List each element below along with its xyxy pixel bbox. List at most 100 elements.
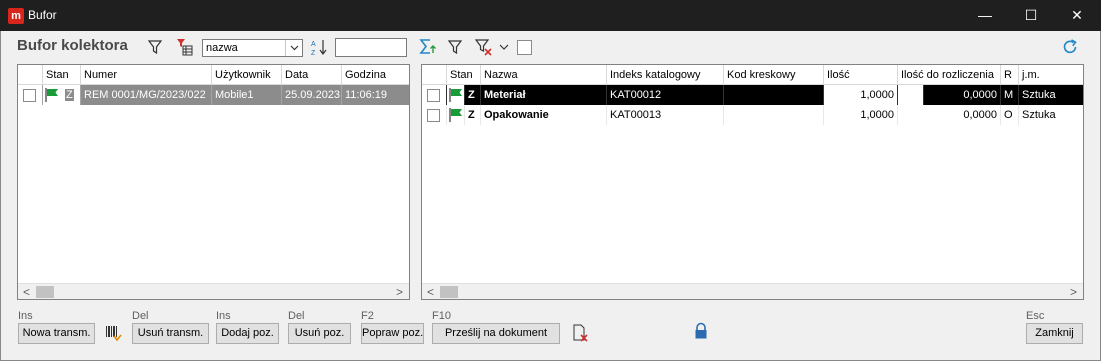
send-to-document-button[interactable]: Prześlij na dokument: [432, 323, 560, 344]
svg-text:A: A: [311, 41, 316, 48]
filter-icon-right[interactable]: [446, 38, 464, 56]
scroll-right-arrow[interactable]: >: [1065, 284, 1082, 299]
status-code: Z: [465, 85, 481, 105]
shortcut-label: Ins: [18, 310, 33, 322]
column-header-check[interactable]: [422, 65, 447, 85]
delete-document-icon[interactable]: [571, 324, 589, 342]
scroll-thumb[interactable]: [440, 286, 458, 298]
horizontal-scrollbar[interactable]: < >: [422, 283, 1083, 299]
shortcut-label: Esc: [1026, 310, 1045, 322]
maximize-button[interactable]: ☐: [1008, 0, 1054, 31]
cell-indeks: KAT00012: [607, 85, 724, 105]
flag-icon: [449, 88, 462, 102]
column-header-numer[interactable]: Numer: [81, 65, 212, 85]
delete-transmission-button[interactable]: Usuń transm.: [132, 323, 209, 344]
page-title: Bufor kolektora: [17, 37, 128, 54]
flag-icon: [449, 108, 462, 122]
shortcut-label: Del: [288, 310, 305, 322]
cell-indeks: KAT00013: [607, 105, 724, 125]
column-header-nazwa[interactable]: Nazwa: [481, 65, 607, 85]
cell-nazwa: Meteriał: [481, 85, 607, 105]
cell-data: 25.09.2023: [282, 85, 342, 105]
window-title: Bufor: [28, 8, 57, 22]
sum-icon[interactable]: [419, 38, 437, 56]
table-row[interactable]: Z Meteriał KAT00012 1,0000 0,0000 M Sztu…: [422, 85, 1083, 105]
row-checkbox-cell: [422, 85, 447, 105]
cell-jm: Sztuka: [1019, 105, 1083, 125]
shortcut-label: F2: [361, 310, 374, 322]
horizontal-scrollbar[interactable]: < >: [18, 283, 409, 299]
column-header-jm[interactable]: j.m.: [1019, 65, 1083, 85]
sort-field-select[interactable]: nazwa: [202, 39, 303, 57]
status-code: Z: [465, 105, 481, 125]
flag-icon: [45, 88, 58, 102]
column-header-uzytkownik[interactable]: Użytkownik: [212, 65, 282, 85]
app-icon: m: [8, 8, 24, 24]
sort-field-value: nazwa: [206, 42, 238, 54]
search-input[interactable]: [335, 38, 407, 57]
clear-sort-icon[interactable]: [176, 38, 194, 56]
row-checkbox-cell: [422, 105, 447, 125]
close-button[interactable]: Zamknij: [1026, 323, 1083, 344]
chevron-down-icon[interactable]: [285, 40, 302, 56]
delete-item-button[interactable]: Usuń poz.: [288, 323, 351, 344]
scroll-right-arrow[interactable]: >: [391, 284, 408, 299]
cell-do-rozliczenia: 0,0000: [924, 85, 1001, 105]
edit-item-button[interactable]: Popraw poz.: [361, 323, 424, 344]
cell-ilosc[interactable]: 1,0000: [824, 105, 898, 125]
transmission-grid: Stan Numer Użytkownik Data Godzina Z REM…: [17, 64, 410, 300]
status-code: Z: [65, 89, 74, 101]
refresh-icon[interactable]: [1061, 38, 1079, 56]
column-header-r[interactable]: R: [1001, 65, 1019, 85]
select-all-checkbox[interactable]: [517, 40, 532, 55]
column-header-kod[interactable]: Kod kreskowy: [724, 65, 824, 85]
table-row[interactable]: Z Opakowanie KAT00013 1,0000 0,0000 O Sz…: [422, 105, 1083, 125]
row-checkbox[interactable]: [23, 89, 36, 102]
cell-gap: [898, 85, 924, 105]
cell-r: O: [1001, 105, 1019, 125]
add-item-button[interactable]: Dodaj poz.: [216, 323, 279, 344]
new-transmission-button[interactable]: Nowa transm.: [18, 323, 95, 344]
status-cell: [447, 85, 465, 105]
cell-kod: [724, 105, 824, 125]
barcode-icon[interactable]: [104, 324, 122, 342]
row-checkbox-cell: [18, 85, 43, 105]
shortcut-label: F10: [432, 310, 451, 322]
column-header-indeks[interactable]: Indeks katalogowy: [607, 65, 724, 85]
cell-jm: Sztuka: [1019, 85, 1083, 105]
items-grid: Stan Nazwa Indeks katalogowy Kod kreskow…: [421, 64, 1084, 300]
shortcut-label: Ins: [216, 310, 231, 322]
cell-numer: REM 0001/MG/2023/022: [81, 85, 212, 105]
cell-r: M: [1001, 85, 1019, 105]
clear-filter-icon[interactable]: [475, 38, 493, 56]
column-header-godzina[interactable]: Godzina: [342, 65, 409, 85]
column-header-check[interactable]: [18, 65, 43, 85]
cell-kod: [724, 85, 824, 105]
column-header-stan[interactable]: Stan: [447, 65, 481, 85]
scroll-thumb[interactable]: [36, 286, 54, 298]
table-row[interactable]: Z REM 0001/MG/2023/022 Mobile1 25.09.202…: [18, 85, 409, 105]
status-cell: [447, 105, 465, 125]
cell-do-rozliczenia: 0,0000: [898, 105, 1001, 125]
row-checkbox[interactable]: [427, 89, 440, 102]
cell-godzina: 11:06:19: [342, 85, 409, 105]
chevron-down-icon-filter[interactable]: [495, 38, 513, 56]
minimize-button[interactable]: —: [962, 0, 1008, 31]
column-header-data[interactable]: Data: [282, 65, 342, 85]
column-header-stan[interactable]: Stan: [43, 65, 81, 85]
svg-text:Z: Z: [311, 50, 316, 56]
cell-ilosc[interactable]: 1,0000: [824, 85, 898, 105]
scroll-left-arrow[interactable]: <: [422, 284, 439, 299]
column-header-ilosc-do-rozliczenia[interactable]: Ilość do rozliczenia: [898, 65, 1001, 85]
title-bar: m Bufor — ☐ ✕: [0, 0, 1101, 31]
status-cell: Z: [43, 85, 81, 105]
filter-icon[interactable]: [146, 38, 164, 56]
column-header-ilosc[interactable]: Ilość: [824, 65, 898, 85]
shortcut-label: Del: [132, 310, 149, 322]
cell-nazwa: Opakowanie: [481, 105, 607, 125]
row-checkbox[interactable]: [427, 109, 440, 122]
close-window-button[interactable]: ✕: [1054, 0, 1100, 31]
scroll-left-arrow[interactable]: <: [18, 284, 35, 299]
lock-icon: [692, 322, 710, 340]
sort-az-icon[interactable]: AZ: [311, 38, 329, 56]
